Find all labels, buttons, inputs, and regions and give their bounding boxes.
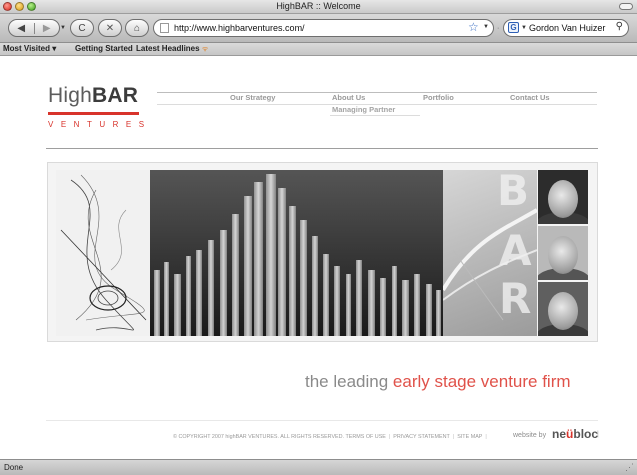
banner-letter-r: R: [499, 274, 532, 323]
forward-button[interactable]: ▶: [33, 22, 60, 34]
site-logo[interactable]: HighBAR: [48, 84, 138, 108]
reload-button[interactable]: C: [70, 19, 94, 37]
neubloc-part-1: ne: [552, 427, 567, 441]
bookmarks-bar: Most Visited ▾ Getting Started Latest He…: [0, 43, 637, 56]
portrait-face: [548, 180, 578, 218]
rss-icon: ᯤ: [201, 46, 209, 53]
engine-dropdown-icon[interactable]: ▼: [521, 25, 527, 31]
city-skyline-image: [150, 170, 443, 336]
page-favicon-icon: [160, 23, 169, 33]
tagline-part-1: the leading: [305, 372, 393, 391]
banner-letter-b: B: [497, 170, 530, 215]
toolbar-separator: ·: [497, 25, 500, 32]
abstract-art-graphic: [60, 174, 147, 331]
nav-portfolio[interactable]: Portfolio: [423, 93, 454, 103]
bar-letters-image: B A R: [443, 170, 537, 336]
portrait-face: [548, 292, 578, 330]
bookmark-latest-headlines-label: Latest Headlines: [136, 44, 200, 53]
footer-separator: |: [485, 434, 487, 440]
bookmark-star-icon[interactable]: ☆: [468, 20, 479, 34]
google-engine-icon[interactable]: G: [508, 22, 519, 33]
header-divider: [46, 148, 598, 149]
search-icon[interactable]: ⚲: [616, 21, 623, 32]
skyline-graphic: [150, 170, 443, 336]
logo-word-light: High: [48, 84, 92, 107]
credit-separator: |: [597, 431, 599, 438]
logo-word-bold: BAR: [92, 84, 139, 107]
window-title: HighBAR :: Welcome: [276, 1, 361, 11]
footer-links: © COPYRIGHT 2007 highBAR VENTURES. ALL R…: [173, 432, 490, 442]
browser-toolbar: ◀ ▶ ▼ C ✕ ⌂ ☆ ▼ · G ▼ ⚲: [0, 14, 637, 43]
window-titlebar: HighBAR :: Welcome: [0, 0, 637, 14]
partner-portrait-2: [538, 226, 588, 280]
portrait-face: [548, 236, 578, 274]
bookmark-getting-started[interactable]: Getting Started: [75, 43, 133, 55]
footer-separator: |: [452, 434, 455, 440]
resize-grip-icon[interactable]: ⋰: [625, 462, 634, 473]
url-input[interactable]: [174, 20, 444, 36]
bookmark-latest-headlines[interactable]: Latest Headlines ᯤ: [136, 43, 208, 56]
url-dropdown-icon[interactable]: ▼: [483, 24, 489, 30]
footer-terms-link[interactable]: TERMS OF USE: [345, 434, 385, 440]
bookmark-most-visited[interactable]: Most Visited ▾: [3, 43, 56, 55]
footer-divider: [46, 420, 598, 421]
neubloc-logo-link[interactable]: neübloc: [552, 427, 598, 441]
credit-prefix: website by: [513, 432, 547, 439]
abstract-art-image: [56, 170, 150, 336]
toolbar-toggle-button[interactable]: [619, 3, 633, 10]
status-bar: Done ⋰: [0, 459, 637, 475]
logo-red-bar: [48, 112, 139, 115]
stop-button[interactable]: ✕: [98, 19, 122, 37]
footer-copyright: © COPYRIGHT 2007 highBAR VENTURES. ALL R…: [173, 434, 345, 440]
neubloc-part-3: bloc: [573, 427, 599, 441]
subnav-rule: [330, 115, 420, 116]
search-bar[interactable]: G ▼ ⚲: [503, 19, 629, 37]
footer-sitemap-link[interactable]: SITE MAP: [457, 434, 482, 440]
tagline-part-2: early stage venture firm: [392, 372, 571, 391]
history-dropdown-icon[interactable]: ▼: [60, 25, 66, 31]
nav-our-strategy[interactable]: Our Strategy: [230, 93, 275, 103]
nav-about-us[interactable]: About Us: [332, 93, 365, 103]
partner-portrait-3: [538, 282, 588, 336]
footer-separator: |: [388, 434, 391, 440]
home-button[interactable]: ⌂: [125, 19, 149, 37]
status-text: Done: [4, 463, 24, 472]
banner-letter-a: A: [499, 226, 532, 275]
subnav-managing-partner[interactable]: Managing Partner: [332, 105, 395, 115]
tagline: the leading early stage venture firm: [305, 370, 571, 394]
search-input[interactable]: [529, 20, 613, 36]
back-button[interactable]: ◀: [9, 23, 34, 34]
partner-portrait-1: [538, 170, 588, 224]
nav-contact-us[interactable]: Contact Us: [510, 93, 550, 103]
footer-privacy-link[interactable]: PRIVACY STATEMENT: [393, 434, 450, 440]
address-bar[interactable]: [153, 19, 494, 37]
logo-subtitle: VENTURES: [48, 120, 152, 129]
back-forward-group: ◀ ▶: [8, 19, 60, 37]
